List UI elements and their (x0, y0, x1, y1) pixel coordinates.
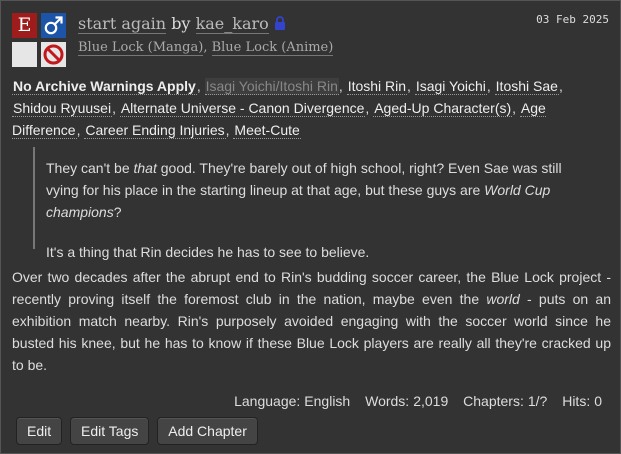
edit-tags-button[interactable]: Edit Tags (70, 417, 150, 445)
tag-freeform[interactable]: Career Ending Injuries (84, 122, 226, 139)
tag-freeform[interactable]: Meet-Cute (233, 122, 301, 139)
tag-list: No Archive Warnings Apply, Isagi Yoichi/… (12, 75, 602, 141)
summary-paragraph-2: It's a thing that Rin decides he has to … (46, 244, 370, 260)
fandom-separator: , (203, 40, 212, 55)
work-heading: start again by kae_karo (78, 13, 608, 35)
warnings-icon[interactable] (12, 42, 37, 67)
author-link[interactable]: kae_karo (195, 14, 269, 34)
fandom-link[interactable]: Blue Lock (Anime) (211, 40, 334, 56)
hits-label: Hits: (562, 393, 591, 409)
tag-character[interactable]: Isagi Yoichi (414, 78, 487, 95)
tag-character[interactable]: Itoshi Rin (346, 78, 408, 95)
explicit-rating-icon[interactable]: E (12, 13, 37, 38)
work-in-progress-icon[interactable] (41, 42, 66, 67)
language-value: English (304, 393, 351, 409)
tag-character[interactable]: Shidou Ryuusei (12, 100, 113, 117)
work-description: Over two decades after the abrupt end to… (12, 269, 612, 373)
tag-separator: , (112, 100, 120, 116)
tag-separator: , (407, 78, 415, 94)
work-title-link[interactable]: start again (78, 14, 167, 34)
words-label: Words: (365, 393, 410, 409)
tag-separator: , (338, 78, 347, 94)
work-stats: Language: English Words: 2,019 Chapters: 1/… (234, 393, 602, 409)
by-text: by (171, 14, 191, 33)
language-label: Language: (234, 393, 301, 409)
fandom-list: Blue Lock (Manga), Blue Lock (Anime) (78, 39, 334, 57)
add-chapter-button[interactable]: Add Chapter (157, 417, 258, 445)
hits-value: 0 (594, 393, 602, 409)
tag-freeform[interactable]: Alternate Universe - Canon Divergence (119, 100, 366, 117)
lock-icon (274, 14, 286, 33)
work-blurb: E start again by kae_karo 03 Feb 2025 Bl… (0, 0, 621, 454)
tag-separator: , (196, 78, 205, 94)
tag-character[interactable]: Itoshi Sae (494, 78, 559, 95)
work-actions: Edit Edit Tags Add Chapter (16, 417, 262, 445)
tag-separator: , (512, 100, 520, 116)
male-category-icon[interactable] (41, 13, 66, 38)
tag-warning[interactable]: No Archive Warnings Apply (12, 78, 197, 95)
work-date: 03 Feb 2025 (536, 13, 609, 26)
required-tags: E (12, 13, 68, 69)
chapters-label: Chapters: (463, 393, 524, 409)
summary-quote: They can't be that good. They're barely … (33, 147, 593, 260)
edit-button[interactable]: Edit (16, 417, 63, 445)
tag-separator: , (486, 78, 495, 94)
chapters-value: 1/? (527, 393, 548, 409)
tag-relationship[interactable]: Isagi Yoichi/Itoshi Rin (204, 78, 339, 95)
fandom-link[interactable]: Blue Lock (Manga) (78, 40, 204, 56)
tag-freeform[interactable]: Aged-Up Character(s) (373, 100, 513, 117)
tag-separator: , (558, 78, 563, 94)
words-value: 2,019 (413, 393, 449, 409)
summary-paragraph-1: They can't be that good. They're barely … (46, 160, 562, 220)
